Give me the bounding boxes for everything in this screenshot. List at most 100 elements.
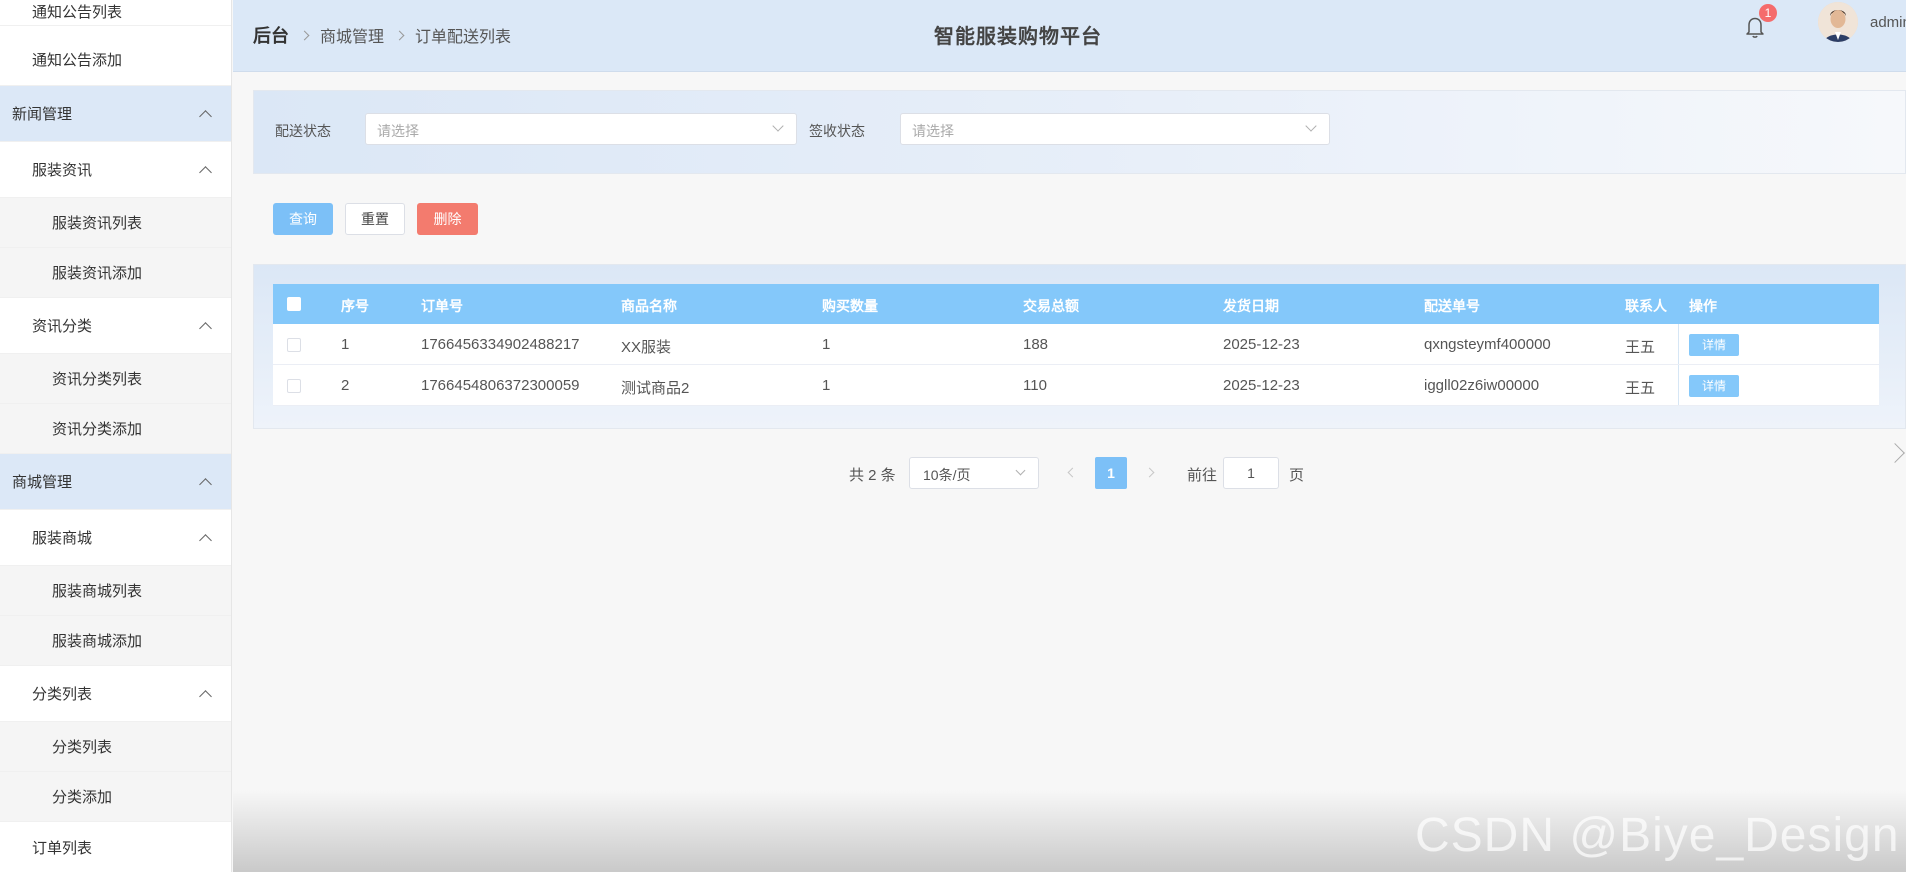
select-all-checkbox[interactable] xyxy=(287,297,301,311)
sidebar-item-label: 分类添加 xyxy=(52,789,113,806)
detail-button[interactable]: 详情 xyxy=(1689,334,1739,356)
sidebar-item-label: 资讯分类列表 xyxy=(52,371,143,388)
cell-quantity: 1 xyxy=(822,377,831,394)
chevron-down-icon xyxy=(1015,465,1026,476)
notification-badge: 1 xyxy=(1759,4,1777,22)
column-header-ship-date: 发货日期 xyxy=(1223,298,1279,314)
cell-product-name: 测试商品2 xyxy=(621,380,690,397)
cell-contact: 王五 xyxy=(1625,339,1656,356)
delivery-status-placeholder: 请选择 xyxy=(377,123,419,139)
cell-ship-date: 2025-12-23 xyxy=(1223,336,1300,353)
chevron-up-icon xyxy=(199,477,212,491)
next-page-icon[interactable] xyxy=(1144,467,1155,478)
sidebar-item-notice-add[interactable]: 通知公告添加 xyxy=(0,34,231,86)
sidebar-submenu-category[interactable]: 分类列表 xyxy=(0,666,231,722)
chevron-down-icon xyxy=(1305,120,1317,132)
cell-order-no: 1766454806372300059 xyxy=(421,377,580,394)
cell-index: 1 xyxy=(341,336,350,353)
sidebar-item-label: 资讯分类添加 xyxy=(52,421,143,438)
sidebar-submenu-fashion-news[interactable]: 服装资讯 xyxy=(0,142,231,198)
sidebar-item-news-category-list[interactable]: 资讯分类列表 xyxy=(0,354,231,404)
sign-status-placeholder: 请选择 xyxy=(912,123,954,139)
goto-label: 前往 xyxy=(1187,467,1218,484)
column-header-order-no: 订单号 xyxy=(421,298,463,314)
sidebar-item-label: 服装资讯列表 xyxy=(52,215,143,232)
column-divider xyxy=(1678,324,1679,364)
column-header-index: 序号 xyxy=(341,298,369,314)
sidebar-item-news-category-add[interactable]: 资讯分类添加 xyxy=(0,404,231,454)
pagination-total: 共 2 条 xyxy=(849,467,896,484)
chevron-up-icon xyxy=(199,533,212,547)
top-header: 后台 商城管理 订单配送列表 智能服装购物平台 1 admin xyxy=(233,0,1906,72)
cell-product-name: XX服装 xyxy=(621,339,672,356)
order-delivery-table: 序号 订单号 商品名称 购买数量 交易总额 发货日期 配送单号 联系人 操作 1… xyxy=(273,284,1879,406)
sidebar-submenu-fashion-mall[interactable]: 服装商城 xyxy=(0,510,231,566)
prev-page-icon[interactable] xyxy=(1067,467,1078,478)
sidebar-item-label: 服装资讯 xyxy=(32,162,93,179)
cell-quantity: 1 xyxy=(822,336,831,353)
sidebar-item-label: 通知公告添加 xyxy=(32,52,123,69)
sidebar-item-order-list[interactable]: 订单列表 xyxy=(0,822,231,872)
sign-status-label: 签收状态 xyxy=(809,123,865,139)
column-header-total: 交易总额 xyxy=(1023,298,1079,314)
query-button[interactable]: 查询 xyxy=(273,203,333,235)
page-unit-label: 页 xyxy=(1289,467,1305,484)
table-row: 1 1766456334902488217 XX服装 1 188 2025-12… xyxy=(273,324,1879,365)
cell-total: 110 xyxy=(1023,377,1047,394)
column-divider xyxy=(1678,365,1679,405)
sidebar-item-category-list[interactable]: 分类列表 xyxy=(0,722,231,772)
watermark: CSDN @Biye_Design xyxy=(1415,809,1900,862)
sidebar-item-label: 分类列表 xyxy=(32,686,93,703)
sidebar-submenu-news-category[interactable]: 资讯分类 xyxy=(0,298,231,354)
filter-panel: 配送状态 请选择 签收状态 请选择 xyxy=(253,90,1906,174)
chevron-up-icon xyxy=(199,109,212,123)
page-size-select[interactable]: 10条/页 xyxy=(909,457,1039,489)
column-header-delivery-no: 配送单号 xyxy=(1424,298,1480,314)
chevron-up-icon xyxy=(199,321,212,335)
sidebar: 通知公告列表 通知公告添加 新闻管理 服装资讯 服装资讯列表 服装资讯添加 资讯… xyxy=(0,0,232,872)
page-size-value: 10条/页 xyxy=(923,467,971,483)
sidebar-item-label: 资讯分类 xyxy=(32,318,93,335)
sidebar-item-label: 服装商城 xyxy=(32,530,93,547)
page-button-current[interactable]: 1 xyxy=(1095,457,1127,489)
chevron-right-icon[interactable] xyxy=(1885,443,1905,463)
cell-contact: 王五 xyxy=(1625,380,1656,397)
chevron-up-icon xyxy=(199,165,212,179)
detail-button[interactable]: 详情 xyxy=(1689,375,1739,397)
sidebar-item-category-add[interactable]: 分类添加 xyxy=(0,772,231,822)
column-header-quantity: 购买数量 xyxy=(822,298,878,314)
chevron-up-icon xyxy=(199,689,212,703)
sidebar-group-news[interactable]: 新闻管理 xyxy=(0,86,231,142)
sidebar-item-label: 通知公告列表 xyxy=(32,4,123,21)
sidebar-group-mall[interactable]: 商城管理 xyxy=(0,454,231,510)
table-header: 序号 订单号 商品名称 购买数量 交易总额 发货日期 配送单号 联系人 操作 xyxy=(273,284,1879,324)
sidebar-item-label: 订单列表 xyxy=(32,840,93,857)
delivery-status-select[interactable]: 请选择 xyxy=(365,113,797,145)
delete-button[interactable]: 删除 xyxy=(417,203,478,235)
user-avatar-icon xyxy=(1818,2,1858,42)
cell-delivery-no: qxngsteymf400000 xyxy=(1424,336,1551,353)
sidebar-item-fashion-mall-list[interactable]: 服装商城列表 xyxy=(0,566,231,616)
sidebar-item-label: 商城管理 xyxy=(12,474,73,491)
sidebar-item-notice-list[interactable]: 通知公告列表 xyxy=(0,0,231,26)
column-header-contact: 联系人 xyxy=(1625,298,1667,314)
sidebar-item-fashion-mall-add[interactable]: 服装商城添加 xyxy=(0,616,231,666)
chevron-down-icon xyxy=(772,120,784,132)
cell-order-no: 1766456334902488217 xyxy=(421,336,580,353)
cell-ship-date: 2025-12-23 xyxy=(1223,377,1300,394)
row-checkbox[interactable] xyxy=(287,379,301,393)
avatar[interactable] xyxy=(1818,2,1858,42)
page-title: 智能服装购物平台 xyxy=(934,26,1102,48)
username-label[interactable]: admin xyxy=(1870,14,1906,31)
column-header-actions: 操作 xyxy=(1689,298,1717,314)
sidebar-item-label: 新闻管理 xyxy=(12,106,73,123)
goto-page-input[interactable]: 1 xyxy=(1223,457,1279,489)
row-checkbox[interactable] xyxy=(287,338,301,352)
reset-button[interactable]: 重置 xyxy=(345,203,405,235)
column-header-product-name: 商品名称 xyxy=(621,298,677,314)
sidebar-item-label: 服装商城列表 xyxy=(52,583,143,600)
sign-status-select[interactable]: 请选择 xyxy=(900,113,1330,145)
table-row: 2 1766454806372300059 测试商品2 1 110 2025-1… xyxy=(273,365,1879,406)
sidebar-item-fashion-news-list[interactable]: 服装资讯列表 xyxy=(0,198,231,248)
sidebar-item-fashion-news-add[interactable]: 服装资讯添加 xyxy=(0,248,231,298)
